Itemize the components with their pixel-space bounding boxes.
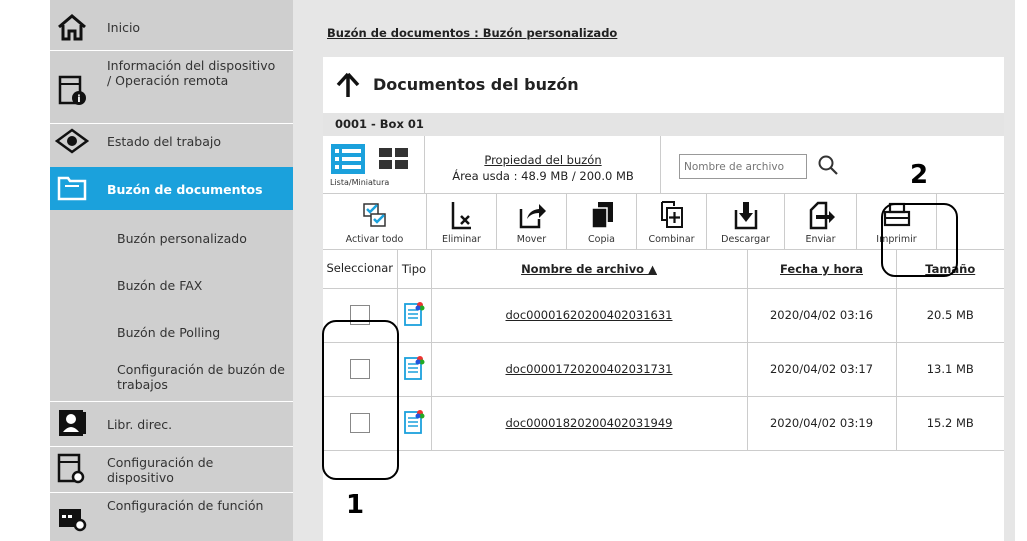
filename-link[interactable]: doc00001620200402031631 [431,288,748,343]
column-header-type: Tipo [397,250,432,289]
delete-button[interactable]: Eliminar [427,194,497,250]
sidebar-subitem-job-box-settings[interactable]: Configuración de buzón de trabajos [117,362,287,392]
size-cell: 15.2 MB [896,396,1004,451]
sidebar-item-function-settings[interactable]: Configuración de función [50,493,293,541]
move-icon [497,201,566,229]
callout-number-1: 1 [346,490,365,520]
type-cell [397,288,432,343]
sidebar-subitem-fax-box[interactable]: Buzón de FAX [117,278,202,293]
tool-label: Descargar [721,234,770,245]
address-book-icon [55,406,89,440]
box-name: 0001 - Box 01 [323,113,1004,136]
size-cell: 20.5 MB [896,288,1004,343]
table-row: doc00001820200402031949 2020/04/02 03:19… [323,396,1004,451]
filename-search-input[interactable] [679,154,807,179]
thumbnail-view-icon[interactable] [379,148,409,174]
eye-icon [55,124,89,158]
tool-label: Mover [516,234,547,245]
move-button[interactable]: Mover [497,194,567,250]
separator [293,0,305,541]
box-usage: Área usda : 48.9 MB / 200.0 MB [452,169,634,183]
tool-label: Enviar [805,234,836,245]
copy-button[interactable]: Copia [567,194,637,250]
document-table: Seleccionar Tipo Nombre de archivo ▲ Fec… [323,250,1004,451]
datetime-cell: 2020/04/02 03:17 [747,342,897,397]
size-cell: 13.1 MB [896,342,1004,397]
combine-button[interactable]: Combinar [637,194,707,250]
sidebar-item-job-status[interactable]: Estado del trabajo [50,124,293,164]
sidebar-subitem-custom-box[interactable]: Buzón personalizado [117,231,247,246]
type-cell [397,396,432,451]
sidebar-item-label: Inicio [107,20,141,35]
box-property: Propiedad del buzón Área usda : 48.9 MB … [425,136,661,194]
sidebar-subitem-polling-box[interactable]: Buzón de Polling [117,325,220,340]
tool-label: Eliminar [442,234,481,245]
sidebar-item-document-box[interactable]: Buzón de documentos [50,167,293,210]
callout-number-2: 2 [910,160,929,190]
download-button[interactable]: Descargar [707,194,785,250]
datetime-cell: 2020/04/02 03:19 [747,396,897,451]
sidebar-item-inicio[interactable]: Inicio [50,10,293,44]
send-icon [785,201,856,230]
view-toggle[interactable]: Lista/Miniatura [323,136,425,194]
sidebar-item-label: Configuración de función [107,498,264,513]
table-row: doc00001720200402031731 2020/04/02 03:17… [323,342,1004,397]
svg-text:i: i [77,94,80,105]
document-icon [403,301,425,330]
panel-header: Documentos del buzón [323,57,1004,113]
filename-link[interactable]: doc00001820200402031949 [431,396,748,451]
print-highlight [881,203,958,277]
page-edge [1015,0,1027,541]
page-gutter [0,0,50,541]
device-info-icon: i [55,73,89,107]
tool-label: Combinar [648,234,695,245]
check-all-icon [323,201,426,229]
list-view-icon[interactable] [331,144,365,178]
function-settings-icon [55,501,89,535]
combine-icon [637,201,706,229]
tool-label: Activar todo [345,234,404,245]
datetime-cell: 2020/04/02 03:16 [747,288,897,343]
sidebar-item-label: Estado del trabajo [107,134,222,149]
type-cell [397,342,432,397]
view-row: Lista/Miniatura Propiedad del buzón Área… [323,136,1004,194]
search-icon[interactable] [816,153,840,181]
folder-icon [55,171,89,205]
breadcrumb[interactable]: Buzón de documentos : Buzón personalizad… [327,26,617,40]
document-icon [403,355,425,384]
column-header-filename[interactable]: Nombre de archivo ▲ [431,250,748,289]
document-box-panel: Documentos del buzón 0001 - Box 01 Lista… [323,57,1004,541]
checkbox-highlight [322,320,399,480]
column-header-datetime[interactable]: Fecha y hora [747,250,897,289]
panel-title: Documentos del buzón [373,75,579,94]
sidebar-item-label: Información del dispositivo / Operación … [107,58,276,88]
tool-label: Copia [588,234,615,245]
device-settings-icon [55,452,89,486]
copy-icon [567,201,636,229]
sidebar-item-label: Configuración de dispositivo [107,455,214,485]
home-icon [55,10,89,44]
send-button[interactable]: Enviar [785,194,857,250]
up-arrow-icon[interactable] [335,71,361,103]
box-property-link[interactable]: Propiedad del buzón [425,153,661,167]
sidebar-item-label: Libr. direc. [107,417,173,432]
sidebar-item-label: Buzón de documentos [107,182,263,197]
column-header-select: Seleccionar [323,250,398,289]
sidebar-item-address-book[interactable]: Libr. direc. [50,402,293,444]
delete-icon [427,201,496,230]
sidebar: Inicio i Información del dispositivo / O… [50,0,293,541]
sidebar-item-device-settings[interactable]: Configuración de dispositivo [50,447,293,491]
document-icon [403,409,425,438]
activate-all-button[interactable]: Activar todo [323,194,427,250]
table-row: doc00001620200402031631 2020/04/02 03:16… [323,288,1004,343]
download-icon [707,201,784,230]
filename-link[interactable]: doc00001720200402031731 [431,342,748,397]
sidebar-item-device-info[interactable]: i Información del dispositivo / Operació… [50,51,293,123]
view-toggle-label: Lista/Miniatura [330,178,390,187]
